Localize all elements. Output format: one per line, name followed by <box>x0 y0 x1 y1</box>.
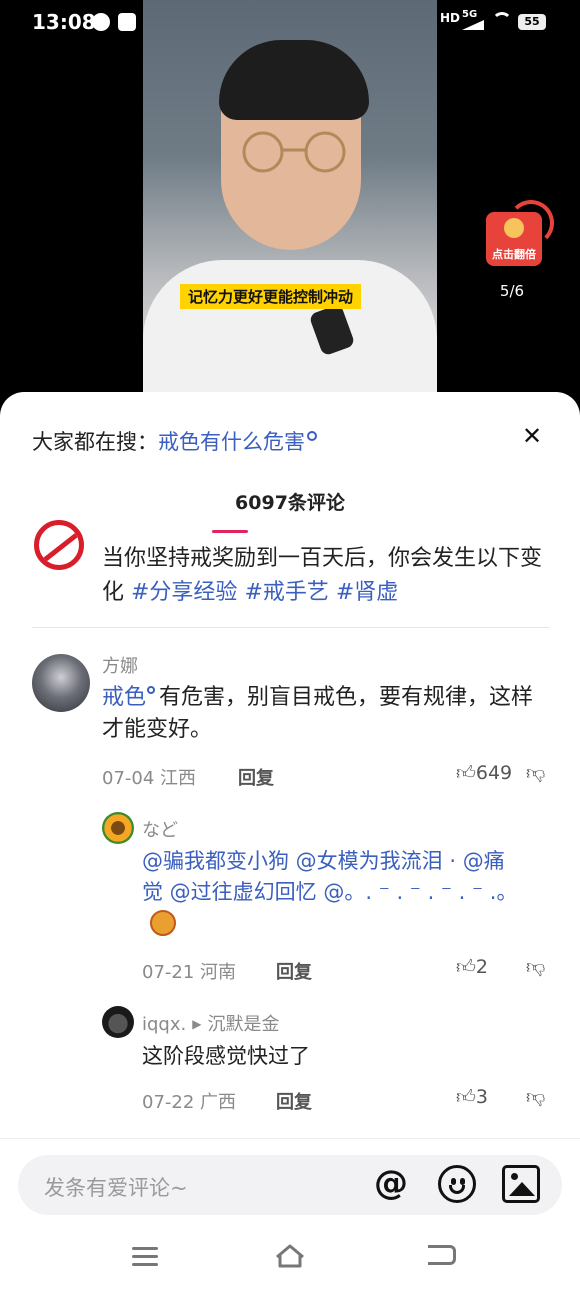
red-packet-button[interactable]: 点击翻倍 <box>486 212 542 266</box>
like-count: 649 <box>475 762 513 784</box>
comment-date-location: 07-22 广西 <box>142 1092 237 1113</box>
post-description: 当你坚持戒奖励到一百天后，你会发生以下变化 #分享经验 #戒手艺 #肾虚 <box>102 542 562 610</box>
prohibition-icon <box>34 520 84 570</box>
like-button[interactable]: 👍︎649 <box>456 762 512 785</box>
signal-bars-icon <box>462 20 484 30</box>
like-count: 3 <box>475 1086 488 1108</box>
count-underline <box>212 530 248 533</box>
thumbs-down-icon[interactable]: 👎︎ <box>526 956 545 979</box>
keyword-link[interactable]: 戒色 <box>102 685 146 710</box>
comment-author[interactable]: 方娜 <box>102 652 138 678</box>
comment-author[interactable]: iqqx. <box>142 1014 186 1035</box>
close-button[interactable]: ✕ <box>522 422 542 450</box>
like-count: 2 <box>475 956 488 978</box>
thumbs-up-icon: 👍︎ <box>456 1086 476 1108</box>
system-nav-bar <box>0 1239 580 1279</box>
comment-input[interactable]: 发条有爱评论~ @ <box>18 1155 562 1215</box>
reply-arrow-icon: ▶ <box>192 1017 202 1031</box>
video-person-shirt <box>143 260 437 392</box>
avatar[interactable] <box>102 1006 134 1038</box>
glasses-graphic <box>242 131 346 173</box>
video-person-hair <box>219 40 369 120</box>
comment-body: 有危害，别盲目戒色，要有规律，这样才能变好。 <box>102 685 534 742</box>
comment-date-location: 07-21 河南 <box>142 962 237 983</box>
comment-sheet: 大家都在搜：戒色有什么危害 ✕ 6097条评论 当你坚持戒奖励到一百天后，你会发… <box>0 392 580 1293</box>
coin-icon <box>504 218 524 238</box>
video-player[interactable] <box>143 0 437 392</box>
comment-text: 戒色 有危害，别盲目戒色，要有规律，这样才能变好。 <box>102 682 552 746</box>
at-icon[interactable]: @ <box>372 1165 410 1203</box>
red-packet-label: 点击翻倍 <box>492 248 536 261</box>
comment-composer-bar: 发条有爱评论~ @ <box>0 1138 580 1293</box>
comment-count: 6097条评论 <box>235 492 345 514</box>
comment-author[interactable]: など <box>142 816 178 842</box>
reply-button[interactable]: 回复 <box>276 958 312 984</box>
hashtag[interactable]: #肾虚 <box>336 580 398 605</box>
image-icon[interactable] <box>502 1165 540 1203</box>
comment-input-placeholder: 发条有爱评论~ <box>44 1176 188 1200</box>
comment-date-location: 07-04 江西 <box>102 768 197 789</box>
thumbs-up-icon: 👍︎ <box>456 956 476 978</box>
avatar[interactable] <box>32 654 90 712</box>
hd-indicator: HD <box>440 11 461 25</box>
image-page-counter: 5/6 <box>499 282 525 300</box>
reply-button[interactable]: 回复 <box>276 1088 312 1114</box>
emoji-icon[interactable] <box>438 1165 476 1203</box>
back-icon[interactable] <box>428 1245 456 1265</box>
thumbs-down-icon[interactable]: 👎︎ <box>526 762 545 785</box>
thumbs-down-icon[interactable]: 👎︎ <box>526 1086 545 1109</box>
hot-search-term[interactable]: 戒色有什么危害 <box>158 430 305 454</box>
search-icon <box>307 431 317 441</box>
comment-text[interactable]: 这阶段感觉快过了 <box>142 1040 310 1070</box>
battery-indicator: 55 <box>518 14 546 30</box>
like-button[interactable]: 👍︎3 <box>456 1086 488 1109</box>
comment-body[interactable]: @骗我都变小狗 @女模为我流泪 · @痛觉 @过往虚幻回忆 @。. ⁻ . ⁻ … <box>142 849 517 904</box>
app-notification-icon <box>92 13 110 31</box>
menu-icon[interactable] <box>132 1247 158 1271</box>
hot-search-prefix: 大家都在搜： <box>32 430 158 454</box>
comment-text: @骗我都变小狗 @女模为我流泪 · @痛觉 @过往虚幻回忆 @。. ⁻ . ⁻ … <box>142 846 522 939</box>
search-icon <box>147 686 156 694</box>
message-icon <box>118 13 136 31</box>
home-icon[interactable] <box>274 1243 306 1269</box>
emoji-icon <box>150 910 176 936</box>
video-subtitle: 记忆力更好更能控制冲动 <box>180 284 362 309</box>
hot-search-row[interactable]: 大家都在搜：戒色有什么危害 <box>32 426 317 456</box>
hashtag[interactable]: #分享经验 <box>131 580 237 605</box>
network-indicator: 5G <box>462 9 478 20</box>
reply-to-author[interactable]: 沉默是金 <box>207 1014 279 1035</box>
status-time: 13:08 <box>32 10 96 34</box>
like-button[interactable]: 👍︎2 <box>456 956 488 979</box>
comment-author-line: iqqx. ▶ 沉默是金 <box>142 1010 279 1036</box>
divider <box>32 627 550 628</box>
wifi-icon <box>492 12 512 32</box>
hashtag[interactable]: #戒手艺 <box>244 580 328 605</box>
reply-button[interactable]: 回复 <box>238 764 274 790</box>
thumbs-up-icon: 👍︎ <box>456 762 476 784</box>
avatar[interactable] <box>102 812 134 844</box>
